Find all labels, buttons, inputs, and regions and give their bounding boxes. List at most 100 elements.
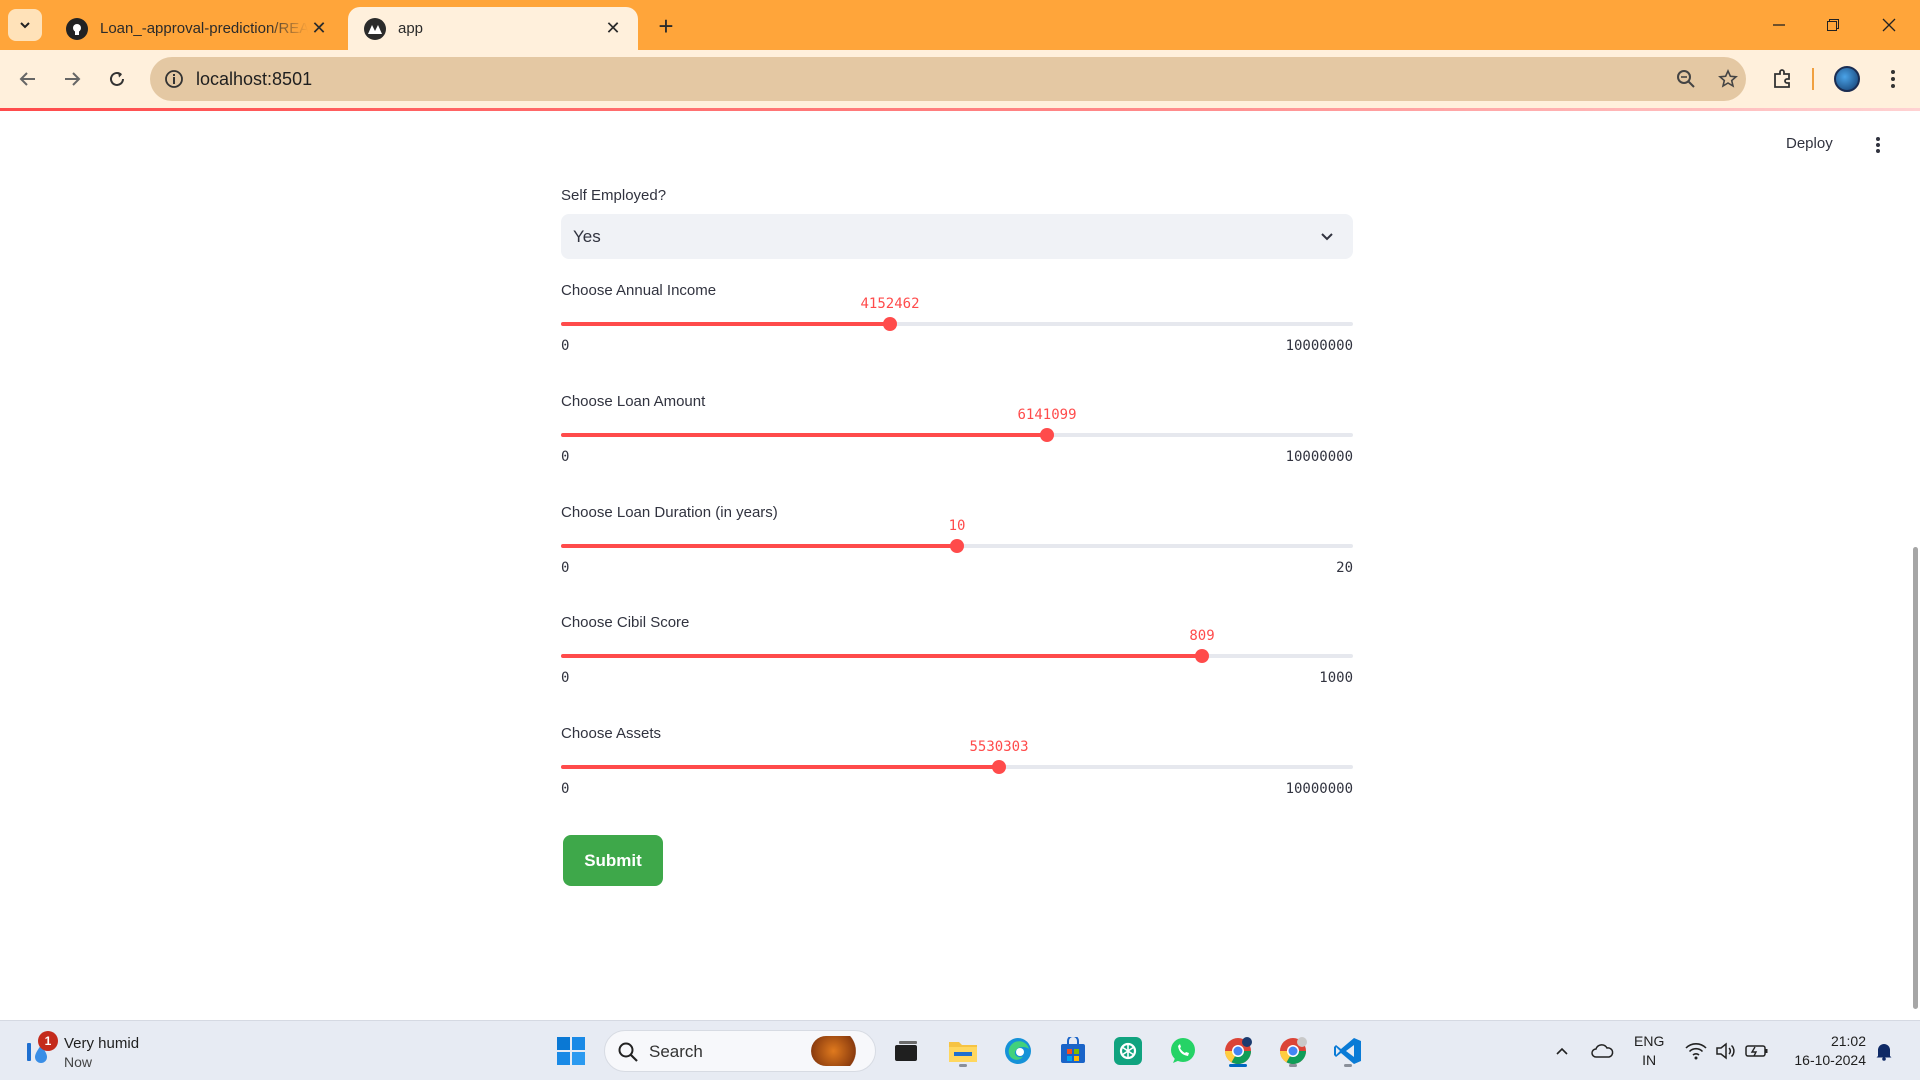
task-view-icon <box>895 1041 917 1061</box>
slider-max: 20 <box>1336 560 1353 576</box>
bell-icon <box>1876 1044 1892 1061</box>
onedrive-button[interactable] <box>1590 1039 1614 1063</box>
chrome-profile-2-button[interactable] <box>1275 1033 1311 1069</box>
language-code: ENG <box>1634 1033 1665 1049</box>
reload-button[interactable] <box>101 63 133 95</box>
slider-min: 0 <box>561 781 570 797</box>
slider-min: 0 <box>561 449 570 465</box>
running-indicator <box>1289 1064 1297 1067</box>
address-bar[interactable]: localhost:8501 <box>150 57 1746 101</box>
profile-button[interactable] <box>1832 64 1862 94</box>
start-button[interactable] <box>553 1033 589 1069</box>
url-text: localhost:8501 <box>196 69 313 89</box>
slider-label: Choose Annual Income <box>561 282 717 299</box>
file-explorer-button[interactable] <box>945 1033 981 1069</box>
store-button[interactable] <box>1055 1033 1091 1069</box>
slider-thumb[interactable] <box>1195 649 1209 663</box>
more-vertical-icon <box>1891 70 1895 88</box>
wifi-status[interactable] <box>1684 1039 1708 1063</box>
minimize-button[interactable] <box>1752 8 1806 42</box>
slider-thumb[interactable] <box>992 760 1006 774</box>
whatsapp-icon <box>1171 1038 1195 1063</box>
more-vertical-icon <box>1876 137 1880 153</box>
deploy-button[interactable]: Deploy <box>1786 135 1833 152</box>
arrow-left-icon <box>19 72 35 86</box>
extensions-button[interactable] <box>1767 64 1797 94</box>
tab-title: app <box>398 20 424 37</box>
slider-thumb[interactable] <box>950 539 964 553</box>
self-employed-select[interactable]: Yes <box>561 214 1353 259</box>
close-window-button[interactable] <box>1862 8 1916 42</box>
system-clock[interactable]: 21:02 16-10-2024 <box>1782 1032 1866 1070</box>
whatsapp-button[interactable] <box>1165 1033 1201 1069</box>
toolbar-separator <box>1812 68 1814 90</box>
language-indicator[interactable]: ENG IN <box>1634 1032 1664 1070</box>
region-code: IN <box>1642 1052 1657 1068</box>
zoom-icon[interactable] <box>1674 67 1698 91</box>
edge-button[interactable] <box>1000 1033 1036 1069</box>
chevron-down-icon <box>20 22 30 29</box>
site-info-icon[interactable] <box>162 67 186 91</box>
slider-track[interactable] <box>561 765 1353 769</box>
slider-thumb[interactable] <box>883 317 897 331</box>
slider-max: 1000 <box>1319 670 1353 686</box>
bookmark-star-icon[interactable] <box>1716 67 1740 91</box>
chrome-icon <box>1279 1037 1307 1065</box>
app-menu-button[interactable] <box>1866 133 1890 157</box>
slider-fill <box>561 433 1047 437</box>
cibil-score-slider: Choose Cibil Score 809 0 1000 <box>561 614 1353 694</box>
forward-button[interactable] <box>56 63 88 95</box>
streamlit-icon <box>364 17 386 40</box>
chatgpt-button[interactable] <box>1110 1033 1146 1069</box>
page-scrollbar[interactable] <box>1913 547 1918 1009</box>
search-highlight-image <box>811 1036 867 1066</box>
tab-app[interactable]: app ✕ <box>348 7 638 50</box>
avatar <box>1834 66 1860 92</box>
slider-min: 0 <box>561 560 570 576</box>
windows-logo-icon <box>557 1037 585 1065</box>
weather-time: Now <box>64 1054 93 1070</box>
notifications-button[interactable] <box>1872 1039 1896 1063</box>
close-tab-icon[interactable]: ✕ <box>308 18 330 40</box>
taskbar-search[interactable]: Search <box>604 1030 876 1072</box>
submit-button[interactable]: Submit <box>563 835 663 886</box>
cloud-icon <box>1591 1044 1614 1058</box>
slider-min: 0 <box>561 670 570 686</box>
task-view-button[interactable] <box>888 1033 924 1069</box>
vscode-button[interactable] <box>1330 1033 1366 1069</box>
chrome-icon <box>1224 1037 1252 1065</box>
back-button[interactable] <box>12 63 44 95</box>
tab-readme[interactable]: Loan_-approval-prediction/README.md ✕ <box>50 7 344 50</box>
chrome-profile-1-button[interactable] <box>1220 1033 1256 1069</box>
self-employed-label: Self Employed? <box>561 187 667 204</box>
slider-track[interactable] <box>561 322 1353 326</box>
new-tab-button[interactable]: + <box>652 11 680 41</box>
close-tab-icon[interactable]: ✕ <box>602 18 624 40</box>
slider-label: Choose Cibil Score <box>561 614 690 631</box>
slider-thumb[interactable] <box>1040 428 1054 442</box>
tab-search-button[interactable] <box>8 9 42 41</box>
battery-status[interactable] <box>1745 1039 1769 1063</box>
clock-date: 16-10-2024 <box>1794 1052 1866 1068</box>
slider-current-value: 10 <box>948 518 966 534</box>
search-placeholder: Search <box>649 1042 703 1061</box>
weather-widget[interactable]: 1 Very humid Now <box>20 1031 170 1071</box>
loan-duration-slider: Choose Loan Duration (in years) 10 0 20 <box>561 504 1353 584</box>
restore-button[interactable] <box>1806 8 1860 42</box>
browser-menu-button[interactable] <box>1878 64 1908 94</box>
slider-max: 10000000 <box>1285 338 1353 354</box>
arrow-right-icon <box>65 72 81 86</box>
slider-label: Choose Assets <box>561 725 662 742</box>
vscode-icon <box>1334 1038 1361 1064</box>
slider-track[interactable] <box>561 433 1353 437</box>
volume-status[interactable] <box>1714 1039 1738 1063</box>
slider-fill <box>561 765 999 769</box>
slider-max: 10000000 <box>1285 781 1353 797</box>
slider-min: 0 <box>561 338 570 354</box>
wifi-icon <box>1685 1043 1707 1060</box>
show-hidden-icons-button[interactable] <box>1550 1039 1574 1063</box>
chatgpt-icon <box>1114 1037 1142 1065</box>
slider-track[interactable] <box>561 654 1353 658</box>
taskbar: 1 Very humid Now Search ENG IN 21:02 16-… <box>0 1020 1920 1080</box>
app-viewport: Deploy Self Employed? Yes Choose Annual … <box>0 111 1920 1020</box>
